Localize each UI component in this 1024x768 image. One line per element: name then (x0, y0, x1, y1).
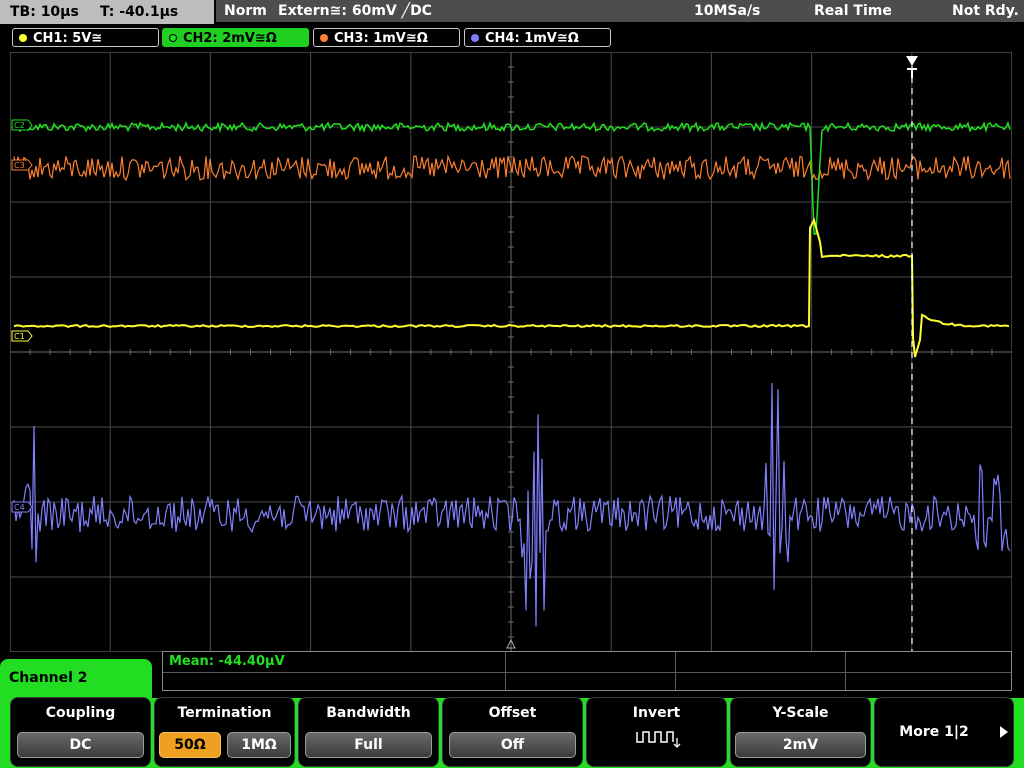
status-bar: Norm Extern≅: 60mV ╱DC 10MSa/s Real Time… (216, 0, 1024, 22)
ch3-ref-marker[interactable]: C3 (11, 159, 33, 171)
termination-50-option[interactable]: 50Ω (159, 732, 221, 758)
trigger-source[interactable]: Extern≅: 60mV ╱DC (278, 0, 432, 22)
panel-divider (845, 652, 846, 690)
more-label: More 1|2 (899, 724, 969, 740)
svg-text:C1: C1 (14, 332, 25, 341)
ch3-color-dot (320, 34, 328, 42)
ch4-color-dot (471, 34, 479, 42)
yscale-value[interactable]: 2mV (735, 732, 866, 758)
tab-ch2[interactable]: CH2: 2mV≅Ω (162, 28, 309, 47)
invert-title: Invert (632, 705, 681, 721)
coupling-softkey[interactable]: Coupling DC (10, 697, 151, 767)
termination-1m-option[interactable]: 1MΩ (227, 732, 291, 758)
tab-ch1-label: CH1: 5V≅ (33, 31, 103, 46)
ch1-ref-marker[interactable]: C1 (11, 330, 33, 342)
tab-ch2-label: CH2: 2mV≅Ω (183, 31, 277, 46)
measurement-panel[interactable]: Mean: -44.40µV (162, 651, 1012, 691)
sample-rate: 10MSa/s (694, 3, 761, 19)
termination-title: Termination (177, 705, 272, 721)
svg-text:C3: C3 (14, 161, 25, 170)
termination-softkey[interactable]: Termination 50Ω 1MΩ (154, 697, 295, 767)
panel-divider (505, 652, 506, 690)
trigger-time-readout: T: -40.1µs (100, 4, 179, 20)
offset-softkey[interactable]: Offset Off (442, 697, 583, 767)
menu-title-tab: Channel 2 (0, 659, 152, 701)
waveform-display[interactable]: C2 C3 C1 C4 (10, 52, 1012, 652)
ch2-color-dot (169, 34, 177, 42)
tab-ch4[interactable]: CH4: 1mV≅Ω (464, 28, 611, 47)
timebase-box[interactable]: TB: 10µs T: -40.1µs (0, 0, 214, 24)
yscale-softkey[interactable]: Y-Scale 2mV (730, 697, 871, 767)
panel-divider (675, 652, 676, 690)
coupling-value[interactable]: DC (17, 732, 144, 758)
ch1-color-dot (19, 34, 27, 42)
svg-text:C4: C4 (14, 503, 25, 512)
svg-text:C2: C2 (14, 121, 25, 130)
right-arrow-icon (1000, 726, 1008, 738)
bandwidth-title: Bandwidth (326, 705, 411, 721)
bandwidth-value[interactable]: Full (305, 732, 432, 758)
ch4-ref-marker[interactable]: C4 (11, 501, 33, 513)
tab-ch3-label: CH3: 1mV≅Ω (334, 31, 428, 46)
ch2-ref-marker[interactable]: C2 (11, 119, 33, 131)
invert-softkey[interactable]: Invert (586, 697, 727, 767)
mean-measurement: Mean: -44.40µV (169, 654, 285, 669)
bandwidth-softkey[interactable]: Bandwidth Full (298, 697, 439, 767)
timebase-readout: TB: 10µs (10, 4, 79, 20)
menu-title: Channel 2 (9, 670, 88, 686)
tab-ch3[interactable]: CH3: 1mV≅Ω (313, 28, 460, 47)
invert-waveform-icon (636, 731, 681, 748)
offset-value[interactable]: Off (449, 732, 576, 758)
run-state: Not Rdy. (952, 3, 1019, 19)
offset-title: Offset (488, 705, 537, 721)
tab-ch4-label: CH4: 1mV≅Ω (485, 31, 579, 46)
more-softkey[interactable]: More 1|2 (874, 697, 1014, 767)
tab-ch1[interactable]: CH1: 5V≅ (12, 28, 159, 47)
trigger-mode[interactable]: Norm (224, 0, 267, 22)
coupling-title: Coupling (45, 705, 116, 721)
measurement-row (163, 652, 1011, 673)
acquisition-mode[interactable]: Real Time (814, 0, 892, 22)
yscale-title: Y-Scale (772, 705, 829, 721)
